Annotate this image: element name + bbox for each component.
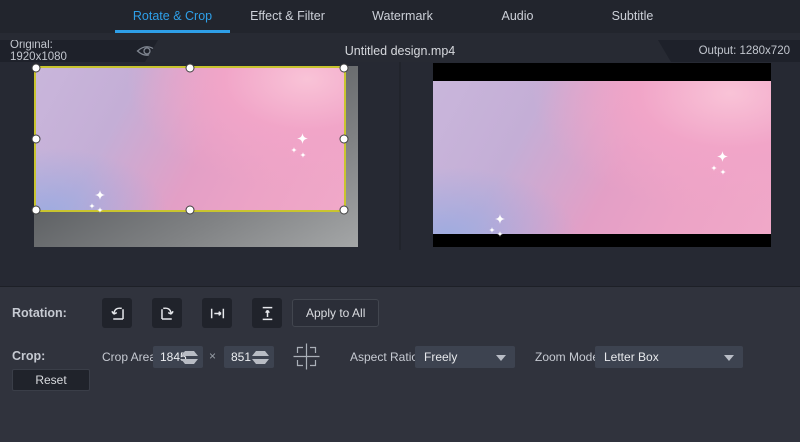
tab-effect-and-filter[interactable]: Effect & Filter [230, 0, 345, 33]
zoom-mode-label: Zoom Mode: [535, 350, 602, 364]
rotate-left-icon [109, 305, 126, 322]
crop-handle-bottom-center[interactable] [186, 206, 195, 215]
preview-header: Original: 1920x1080 Untitled design.mp4 … [0, 33, 800, 62]
crop-height-decrement-button[interactable] [252, 359, 269, 364]
video-filename: Untitled design.mp4 [250, 40, 550, 62]
stage-divider [399, 62, 401, 250]
output-preview [433, 63, 771, 247]
crop-width-field [153, 346, 203, 368]
sparkle-icon [720, 162, 726, 180]
zoom-mode-select[interactable]: Letter Box [595, 346, 743, 368]
crop-label: Crop: [12, 349, 45, 363]
sparkle-icon [497, 224, 503, 242]
aspect-ratio-value: Freely [424, 350, 457, 364]
crop-height-field [224, 346, 274, 368]
flip-horizontal-button[interactable] [202, 298, 232, 328]
sparkle-icon [291, 140, 297, 158]
sparkle-icon [300, 145, 306, 163]
crop-selection[interactable] [34, 66, 346, 212]
crop-handle-top-left[interactable] [32, 64, 41, 73]
transport-bar: 00:00:00.00/00:00:15.10 [0, 250, 800, 287]
rotate-left-button[interactable] [102, 298, 132, 328]
multiply-sign: × [209, 349, 216, 363]
sparkle-icon [711, 158, 717, 176]
crop-width-decrement-button[interactable] [181, 359, 198, 364]
crop-width-input[interactable] [153, 346, 192, 368]
flip-vertical-button[interactable] [252, 298, 282, 328]
crop-height-input[interactable] [224, 346, 263, 368]
tab-rotate-and-crop[interactable]: Rotate & Crop [115, 0, 230, 33]
aspect-ratio-select[interactable]: Freely [415, 346, 515, 368]
crop-handle-bottom-left[interactable] [32, 206, 41, 215]
reset-button[interactable]: Reset [12, 369, 90, 391]
eye-icon[interactable] [136, 44, 158, 58]
output-size-label: Output: 1280x720 [699, 45, 790, 57]
rotate-crop-panel: Rotate & Crop Effect & Filter Watermark … [0, 0, 800, 442]
crop-width-increment-button[interactable] [181, 351, 198, 356]
zoom-mode-value: Letter Box [604, 350, 659, 364]
output-video-content [433, 81, 771, 234]
rotate-right-icon [159, 305, 176, 322]
chevron-down-icon [724, 355, 734, 361]
output-size-tab: Output: 1280x720 [658, 40, 800, 62]
flip-horizontal-icon [209, 305, 226, 322]
flip-vertical-icon [259, 305, 276, 322]
original-preview [34, 66, 358, 247]
rotation-label: Rotation: [12, 306, 67, 320]
crop-height-increment-button[interactable] [252, 351, 269, 356]
top-tab-bar: Rotate & Crop Effect & Filter Watermark … [0, 0, 800, 34]
tab-subtitle[interactable]: Subtitle [575, 0, 690, 33]
original-size-label: Original: 1920x1080 [10, 39, 108, 63]
rotate-right-button[interactable] [152, 298, 182, 328]
tab-audio[interactable]: Audio [460, 0, 575, 33]
chevron-down-icon [496, 355, 506, 361]
crop-area-label: Crop Area: [102, 350, 159, 364]
sparkle-icon [489, 220, 495, 238]
crop-handle-bottom-right[interactable] [340, 206, 349, 215]
crop-handle-middle-right[interactable] [340, 135, 349, 144]
crop-crosshair-icon [293, 343, 320, 370]
aspect-ratio-label: Aspect Ratio: [350, 350, 421, 364]
original-size-tab: Original: 1920x1080 [0, 40, 158, 62]
crop-handle-top-center[interactable] [186, 64, 195, 73]
crop-center-button[interactable] [293, 343, 320, 375]
crop-handle-middle-left[interactable] [32, 135, 41, 144]
preview-stage [0, 62, 800, 250]
edit-controls: Rotation: [0, 287, 800, 442]
sparkle-icon [89, 196, 95, 214]
sparkle-icon [97, 200, 103, 218]
crop-handle-top-right[interactable] [340, 64, 349, 73]
tab-watermark[interactable]: Watermark [345, 0, 460, 33]
apply-to-all-button[interactable]: Apply to All [292, 299, 379, 327]
